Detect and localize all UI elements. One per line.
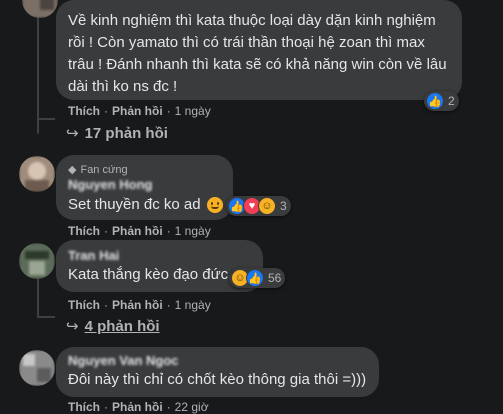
like-link[interactable]: Thích [68,298,100,312]
reaction-count: 56 [268,271,282,285]
avatar[interactable] [19,350,55,386]
comment-text-line: trâu ! Đánh nhanh thì kata sẽ có khả năn… [68,56,447,73]
comment-text: Đôi này thì chỉ có chốt kèo thông gia th… [68,371,367,388]
separator: · [104,224,108,238]
thread-line [37,120,39,134]
reply-link[interactable]: Phản hồi [112,104,163,118]
badge-label: Fan cứng [80,164,128,176]
timestamp[interactable]: 1 ngày [175,298,211,312]
thread-line [37,118,55,120]
reaction-count: 2 [448,94,455,108]
comment-actions: Thích · Phản hồi · 22 giờ [68,400,209,414]
comment-actions: Thích · Phản hồi · 1 ngày [68,104,211,118]
replies-count-label: 4 phản hồi [84,318,160,335]
avatar[interactable] [19,243,55,279]
view-replies-link[interactable]: ↪ 4 phản hồi [66,318,160,336]
like-link[interactable]: Thích [68,224,100,238]
timestamp[interactable]: 1 ngày [175,104,211,118]
thread-line [37,277,39,317]
diamond-icon: ◆ [68,164,77,176]
separator: · [104,298,108,312]
timestamp[interactable]: 22 giờ [175,400,209,414]
thread-line [37,0,39,120]
author-name[interactable]: Nguyen Van Ngoc [68,353,179,368]
thread-line [37,316,55,318]
avatar-image [19,243,55,279]
separator: · [104,104,108,118]
reaction-summary[interactable]: ☺ 👍 56 [229,268,286,288]
comment-actions: Thích · Phản hồi · 1 ngày [68,224,211,238]
fan-badge: ◆ Fan cứng [68,163,128,176]
comment-text-line: rồi ! Còn yamato thì có trái thần thoại … [68,34,425,51]
like-link[interactable]: Thích [68,400,100,414]
like-icon: 👍 [246,269,264,287]
avatar-image [22,0,58,18]
reply-link[interactable]: Phản hồi [112,298,163,312]
comment-text: Kata thắng kèo đạo đức [68,266,229,283]
reaction-summary[interactable]: 👍 ♥ ☺ 3 [226,196,291,216]
comment-bubble: ◆ Fan cứng Nguyen Hong Set thuyền đc ko a… [56,155,233,220]
separator: · [166,400,171,414]
separator: · [104,400,108,414]
comment-actions: Thích · Phản hồi · 1 ngày [68,298,211,312]
avatar[interactable] [22,0,58,18]
separator: · [166,298,171,312]
comment-text-line: dài thì ko ns đc ! [68,78,178,95]
comment-bubble: Nguyen Van Ngoc Đôi này thì chỉ có chốt … [56,347,379,397]
comment-text: Set thuyền đc ko ad [68,196,201,213]
reply-link[interactable]: Phản hồi [112,400,163,414]
timestamp[interactable]: 1 ngày [175,224,211,238]
avatar-image [19,156,55,192]
reply-link[interactable]: Phản hồi [112,224,163,238]
comment-text-line: Về kinh nghiệm thì kata thuộc loại dày d… [68,12,436,29]
separator: · [166,224,171,238]
author-name[interactable]: Nguyen Hong [68,177,153,192]
haha-icon: ☺ [258,197,276,215]
avatar-image [19,350,55,386]
avatar[interactable] [19,156,55,192]
reply-arrow-icon: ↪ [66,125,79,142]
reaction-summary[interactable]: 👍 2 [424,91,459,111]
replies-count-label: 17 phản hồi [84,125,168,142]
author-name[interactable]: Tran Hai [68,248,119,263]
reaction-count: 3 [280,199,287,213]
comment-bubble: Về kinh nghiệm thì kata thuộc loại dày d… [56,0,462,100]
view-replies-link[interactable]: ↪ 17 phản hồi [66,125,168,143]
like-icon: 👍 [426,92,444,110]
separator: · [166,104,171,118]
reply-arrow-icon: ↪ [66,318,79,335]
like-link[interactable]: Thích [68,104,100,118]
smile-emoji-icon [206,197,223,213]
